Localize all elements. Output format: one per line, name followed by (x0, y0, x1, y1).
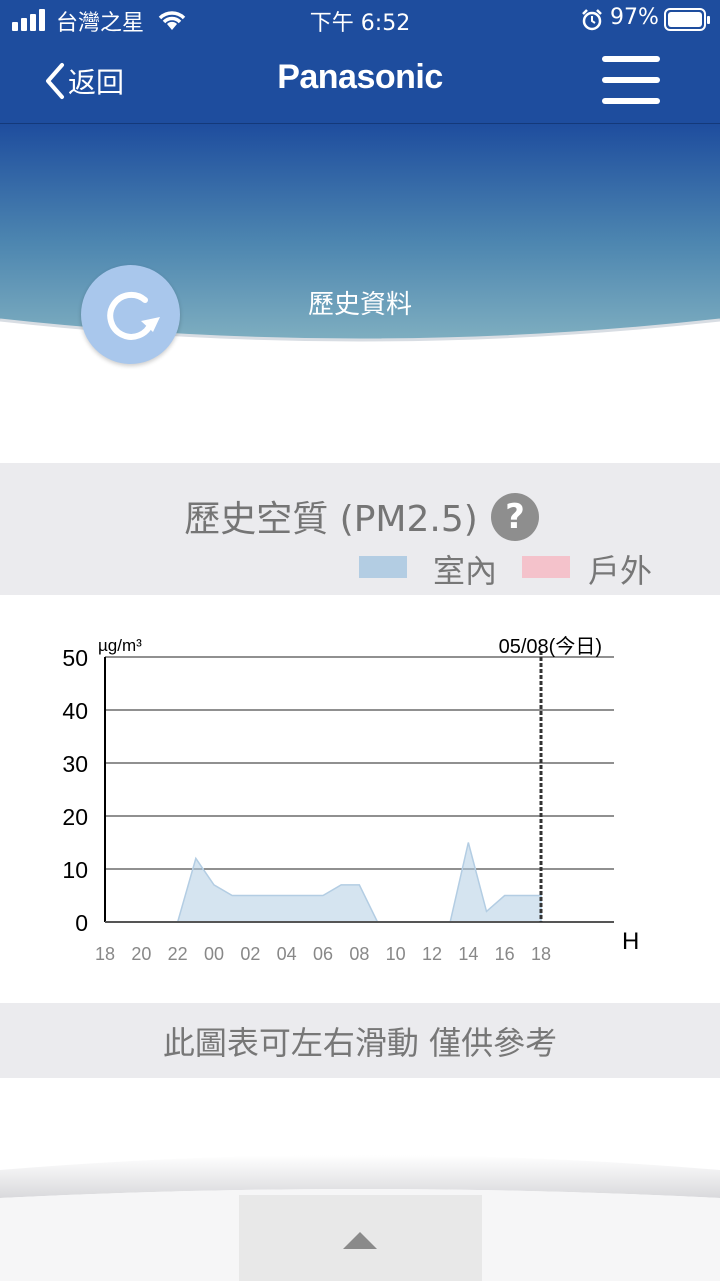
x-axis-unit: H (622, 928, 639, 955)
help-button[interactable]: ? (491, 493, 539, 541)
y-tick-label: 30 (62, 751, 88, 777)
y-tick-label: 40 (62, 698, 88, 724)
battery-percent: 97% (610, 5, 659, 30)
legend-outdoor-label: 戶外 (588, 552, 653, 590)
x-tick-label: 06 (313, 944, 333, 964)
x-tick-label: 12 (422, 944, 442, 964)
y-tick-label: 0 (75, 910, 88, 936)
legend-indoor-swatch (359, 556, 407, 578)
battery-icon (664, 8, 710, 31)
chart-series (105, 842, 542, 923)
y-tick-label: 50 (62, 645, 88, 671)
y-tick-label: 10 (62, 857, 88, 883)
pm25-history-chart[interactable]: 0 10 20 30 40 50 18 20 22 00 02 04 06 08 10 12 14 16 18 µg… (0, 595, 720, 1003)
status-bar: 台灣之星 下午 6:52 97% (0, 0, 720, 40)
x-tick-label: 20 (131, 944, 151, 964)
chart-note: 此圖表可左右滑動 僅供參考 (162, 1024, 558, 1062)
x-tick-label: 18 (531, 944, 551, 964)
chart-grid (105, 656, 614, 923)
series-area-indoor (105, 842, 542, 923)
x-tick-label: 18 (95, 944, 115, 964)
alarm-icon (582, 9, 602, 31)
x-tick-label: 22 (168, 944, 188, 964)
x-tick-label: 04 (277, 944, 297, 964)
x-tick-label: 08 (349, 944, 369, 964)
x-tick-label: 00 (204, 944, 224, 964)
pm-title-text: 歷史空質 (PM2.5) (184, 499, 478, 540)
question-icon: ? (505, 497, 525, 537)
x-tick-label: 14 (458, 944, 478, 964)
expand-drawer-button[interactable] (239, 1195, 482, 1281)
pm-title: 歷史空質 (PM2.5) (0, 490, 720, 542)
x-tick-label: 10 (386, 944, 406, 964)
date-label: 05/08(今日) (499, 635, 602, 658)
unit-label: µg/m³ (98, 636, 142, 655)
x-tick-label: 16 (495, 944, 515, 964)
x-tick-label: 02 (240, 944, 260, 964)
banner-title: 歷史資料 (307, 290, 412, 320)
legend-outdoor-swatch (522, 556, 570, 578)
y-tick-label: 20 (62, 804, 88, 830)
menu-button[interactable] (602, 56, 662, 106)
triangle-up-icon (343, 1232, 377, 1249)
legend-indoor-label: 室內 (433, 552, 498, 590)
